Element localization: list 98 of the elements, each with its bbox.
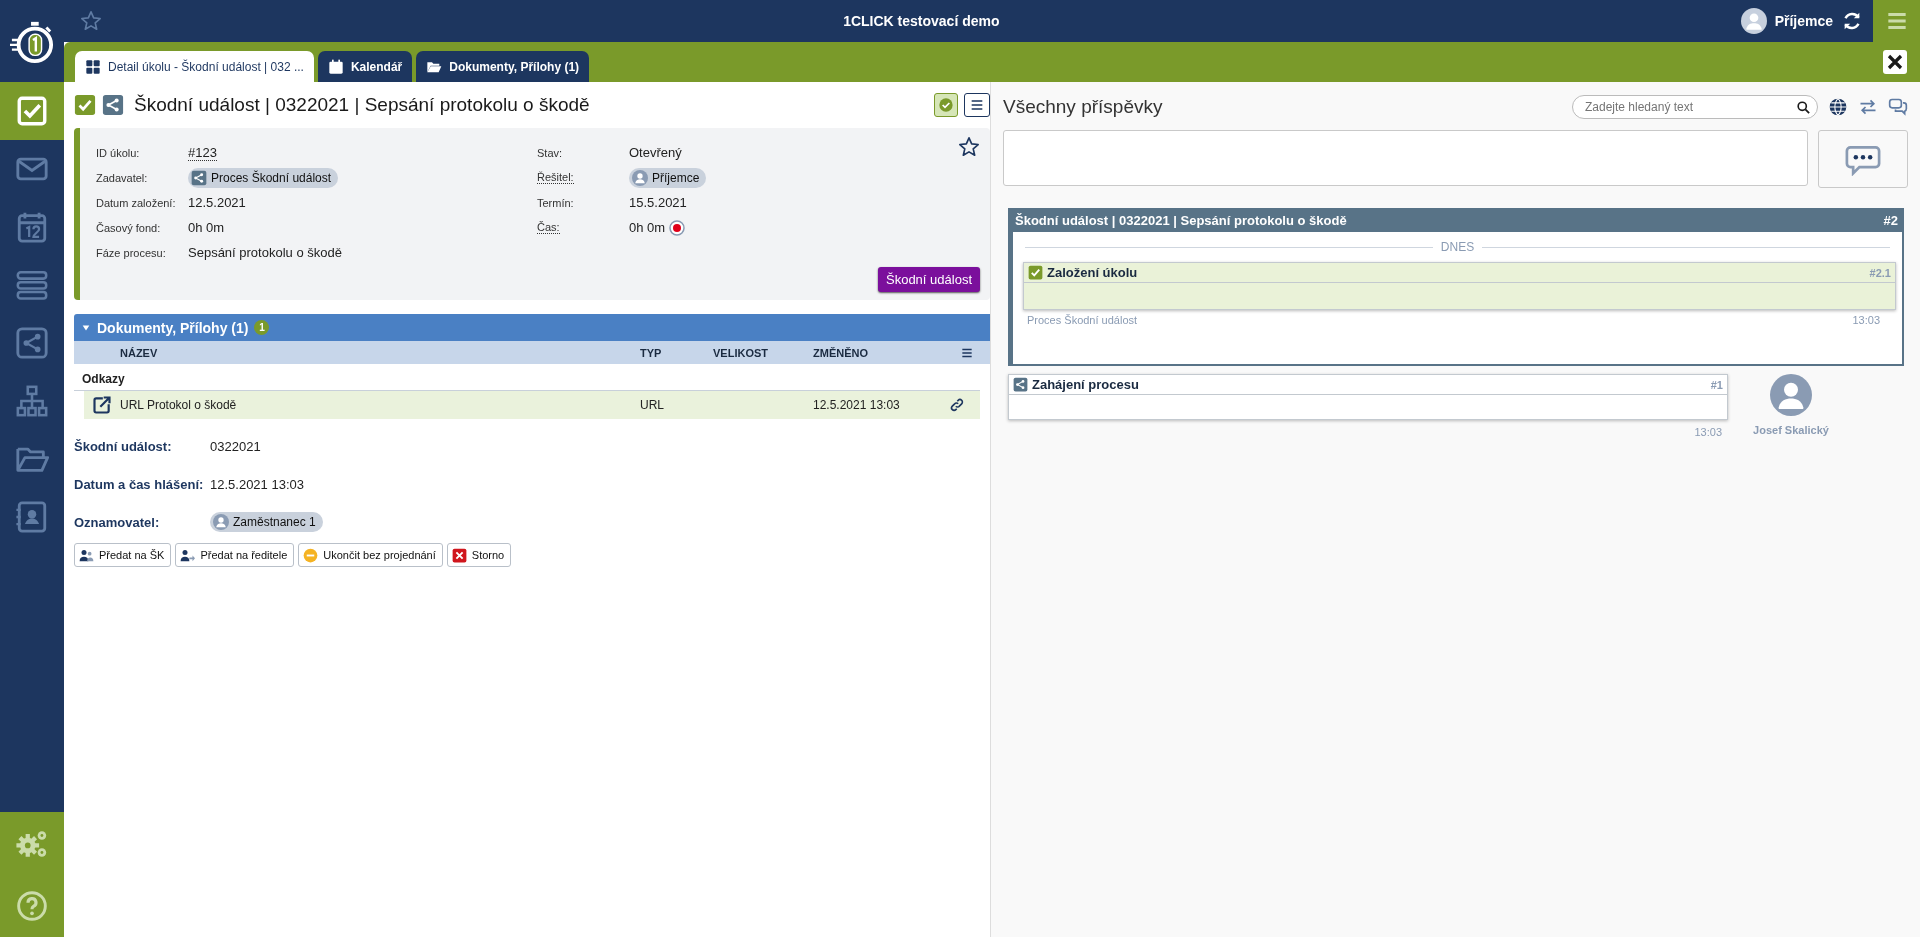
field-label: Škodní událost:	[74, 438, 173, 454]
cancel-icon	[451, 547, 467, 563]
field-label: ID úkolu:	[96, 146, 140, 159]
close-icon[interactable]	[1883, 50, 1907, 74]
check-circle-icon	[938, 97, 954, 113]
post-title: Zahájení procesu	[1032, 377, 1139, 392]
field-label: Fáze procesu:	[96, 246, 166, 259]
grid-icon	[85, 58, 101, 75]
column-header: NÁZEV	[120, 346, 159, 359]
chat-bubbles-icon[interactable]	[1888, 97, 1908, 117]
stack-icon	[15, 268, 49, 302]
avatar-icon	[213, 514, 229, 530]
action-button[interactable]: Předat na ředitele	[175, 543, 295, 567]
column-header: VELIKOST	[713, 346, 769, 359]
search-icon	[1796, 100, 1811, 115]
process-icon	[1013, 377, 1028, 392]
user-chip[interactable]: Zaměstnanec 1	[210, 512, 323, 532]
table-row[interactable]: URL Protokol o škodě URL 12.5.2021 13:03	[84, 391, 980, 419]
field-label: Stav:	[537, 146, 563, 159]
avatar-icon	[1770, 374, 1812, 416]
process-icon	[191, 169, 207, 186]
swap-arrows-icon[interactable]	[1858, 97, 1878, 117]
field-label: Oznamovatel:	[74, 514, 161, 530]
message-input[interactable]	[1003, 130, 1808, 186]
field-value: 12.5.2021	[188, 195, 246, 210]
field-label: Časový fond:	[96, 221, 161, 234]
task-title: Škodní událost | 0322021 | Sepsání protokolu o škodě	[134, 94, 590, 116]
post-number: #1	[1710, 378, 1723, 391]
stopwatch-logo-icon	[10, 19, 54, 63]
column-header: TYP	[640, 346, 663, 359]
org-chart-icon	[15, 384, 49, 418]
entry-title: Založení úkolu	[1047, 265, 1138, 280]
field-value: 0h 0m	[629, 220, 666, 235]
process-icon[interactable]	[102, 94, 124, 116]
table-cell-text: 12.5.2021 13:03	[813, 398, 901, 412]
entry-number: #2.1	[1869, 266, 1891, 279]
day-divider: DNES	[1025, 240, 1890, 254]
help-icon[interactable]	[16, 890, 48, 923]
section-title: Dokumenty, Přílohy (1)	[97, 319, 249, 336]
contact-card-icon	[15, 500, 49, 534]
check-icon[interactable]	[74, 94, 96, 116]
tab[interactable]: Kalendář	[317, 51, 413, 82]
menu-icon	[969, 97, 985, 113]
user-arrow-icon	[180, 547, 196, 563]
search-field[interactable]: Zadejte hledaný text	[1572, 95, 1818, 119]
field-value: 0h 0m	[188, 220, 225, 235]
entry-time: 13:03	[1852, 314, 1880, 326]
star-icon[interactable]	[958, 136, 980, 158]
complete-button[interactable]	[934, 93, 958, 117]
send-button[interactable]	[1818, 130, 1908, 188]
process-chip[interactable]: Proces Škodní událost	[188, 167, 339, 188]
avatar-icon	[632, 169, 648, 186]
user-name: Příjemce	[1774, 13, 1833, 29]
calendar-icon	[15, 210, 49, 244]
entry-source: Proces Škodní událost	[1027, 314, 1138, 326]
users-icon	[79, 547, 94, 563]
thread-number: #2	[1883, 213, 1898, 228]
external-link-icon	[92, 395, 112, 415]
section-header[interactable]: Dokumenty, Přílohy (1) 1	[74, 314, 990, 341]
thread-title: Škodní událost | 0322021 | Sepsání protokolu o škodě	[1015, 213, 1347, 228]
tab[interactable]: Detail úkolu - Škodní událost | 032 ...	[75, 51, 314, 82]
action-button[interactable]: Ukončit bez projednání	[298, 543, 443, 567]
user-chip[interactable]: Příjemce	[629, 167, 707, 188]
column-header: ZMĚNĚNO	[813, 346, 869, 359]
check-icon	[1028, 265, 1043, 280]
globe-icon[interactable]	[1828, 97, 1848, 117]
task-id-link[interactable]: #123	[188, 144, 217, 161]
action-button[interactable]: Předat na ŠK	[74, 543, 172, 567]
action-button[interactable]: Storno	[446, 543, 512, 567]
table-cell-text: URL	[640, 398, 665, 412]
tab[interactable]: Dokumenty, Přílohy (1)	[416, 51, 590, 82]
avatar-icon	[1740, 8, 1767, 34]
field-label: Zadavatel:	[96, 171, 148, 184]
field-label: Řešitel:	[537, 171, 574, 184]
field-value: Otevřený	[629, 145, 682, 160]
check-icon	[15, 94, 49, 128]
field-label: Čas:	[537, 221, 560, 234]
feed-title: Všechny příspěvky	[1003, 96, 1164, 118]
sidebar-item[interactable]	[0, 82, 64, 140]
calendar-icon	[327, 58, 344, 75]
field-value: 12.5.2021 13:03	[210, 476, 304, 492]
post-time: 13:03	[1693, 426, 1723, 438]
app-title: 1CLICK testovací demo	[842, 13, 1001, 29]
author-name: Josef Skalický	[1753, 424, 1829, 436]
record-icon[interactable]	[669, 219, 686, 236]
field-label: Termín:	[537, 196, 574, 209]
table-cell-text: URL Protokol o škodě	[120, 398, 238, 412]
count-badge: 1	[254, 320, 270, 335]
field-label: Datum založení:	[96, 196, 176, 209]
field-label: Datum a čas hlášení:	[74, 476, 205, 492]
minus-circle-icon	[303, 547, 319, 563]
process-icon	[15, 326, 49, 360]
star-icon[interactable]	[80, 10, 102, 32]
link-icon[interactable]	[950, 398, 964, 412]
phase-button[interactable]: Škodní událost	[878, 267, 980, 292]
field-value: 0322021	[210, 438, 261, 454]
field-value: Sepsání protokolu o škodě	[188, 245, 342, 260]
field-value: 15.5.2021	[629, 195, 687, 210]
